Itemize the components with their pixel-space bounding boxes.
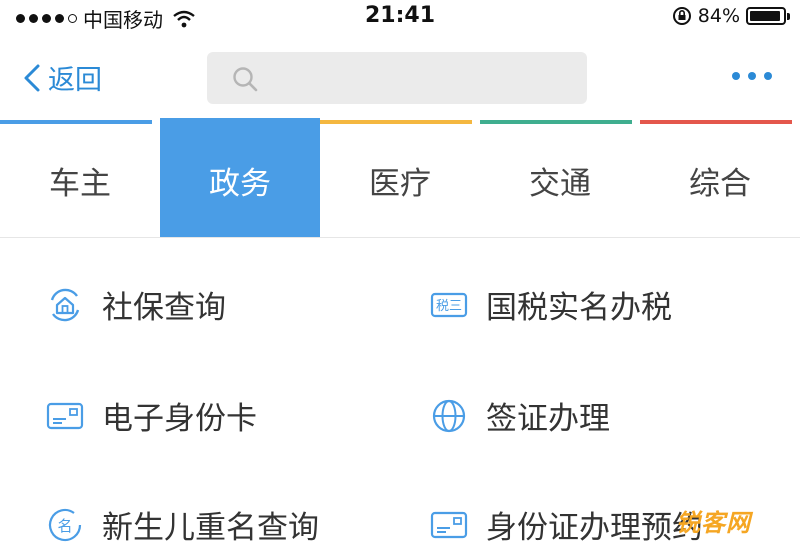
list-item-id-appointment[interactable]: 身份证办理预约 [430, 502, 703, 547]
list-item-label: 身份证办理预约 [486, 510, 703, 546]
list-item-label: 社保查询 [102, 290, 226, 326]
back-label: 返回 [48, 65, 102, 96]
chevron-left-icon [24, 64, 40, 91]
back-button[interactable]: 返回 [22, 58, 102, 97]
category-tabs: 车主 政务 医疗 交通 综合 [0, 118, 800, 238]
tab-label: 交通 [529, 166, 591, 202]
id-card-icon [430, 506, 468, 544]
tab-label: 政务 [209, 166, 271, 202]
name-search-icon: 名 [46, 506, 84, 544]
tab-color-bar [0, 120, 152, 124]
watermark: 锐客网 [676, 509, 751, 537]
tab-general[interactable]: 综合 [640, 118, 800, 237]
more-dot-icon [748, 72, 756, 80]
search-box[interactable] [207, 52, 587, 104]
globe-icon [430, 397, 468, 435]
more-dot-icon [764, 72, 772, 80]
tab-car-owner[interactable]: 车主 [0, 118, 160, 237]
tab-color-bar [320, 120, 472, 124]
id-card-icon [46, 397, 84, 435]
more-dot-icon [732, 72, 740, 80]
svg-text:税三: 税三 [436, 299, 462, 314]
list-item-label: 新生儿重名查询 [102, 510, 319, 546]
status-bar: 中国移动 21:41 84% [0, 0, 800, 36]
list-item-tax[interactable]: 税三 国税实名办税 [430, 282, 672, 327]
nav-bar: 返回 [0, 36, 800, 118]
more-menu-button[interactable] [732, 72, 772, 80]
battery-percent: 84% [697, 5, 740, 27]
house-shield-icon [46, 286, 84, 324]
tab-label: 车主 [49, 166, 111, 202]
tab-label: 医疗 [369, 166, 431, 202]
list-item-e-id-card[interactable]: 电子身份卡 [46, 393, 257, 438]
tab-color-bar [480, 120, 632, 124]
rotation-lock-icon [672, 7, 691, 25]
list-item-label: 签证办理 [486, 401, 610, 437]
list-item-label: 国税实名办税 [486, 290, 672, 326]
list-item-label: 电子身份卡 [102, 401, 257, 437]
status-right: 84% [672, 5, 790, 27]
tab-label: 综合 [689, 166, 751, 202]
battery-icon [746, 7, 790, 25]
tab-color-bar [640, 120, 792, 124]
search-input[interactable] [267, 60, 571, 98]
list-item-visa[interactable]: 签证办理 [430, 393, 610, 438]
search-icon [233, 67, 258, 92]
tab-transport[interactable]: 交通 [480, 118, 640, 237]
svg-text:名: 名 [57, 517, 72, 535]
list-item-newborn-name[interactable]: 名 新生儿重名查询 [46, 502, 319, 547]
list-item-social-security[interactable]: 社保查询 [46, 282, 226, 327]
tab-government[interactable]: 政务 [160, 118, 320, 237]
tab-medical[interactable]: 医疗 [320, 118, 480, 237]
tax-badge-icon: 税三 [430, 286, 468, 324]
